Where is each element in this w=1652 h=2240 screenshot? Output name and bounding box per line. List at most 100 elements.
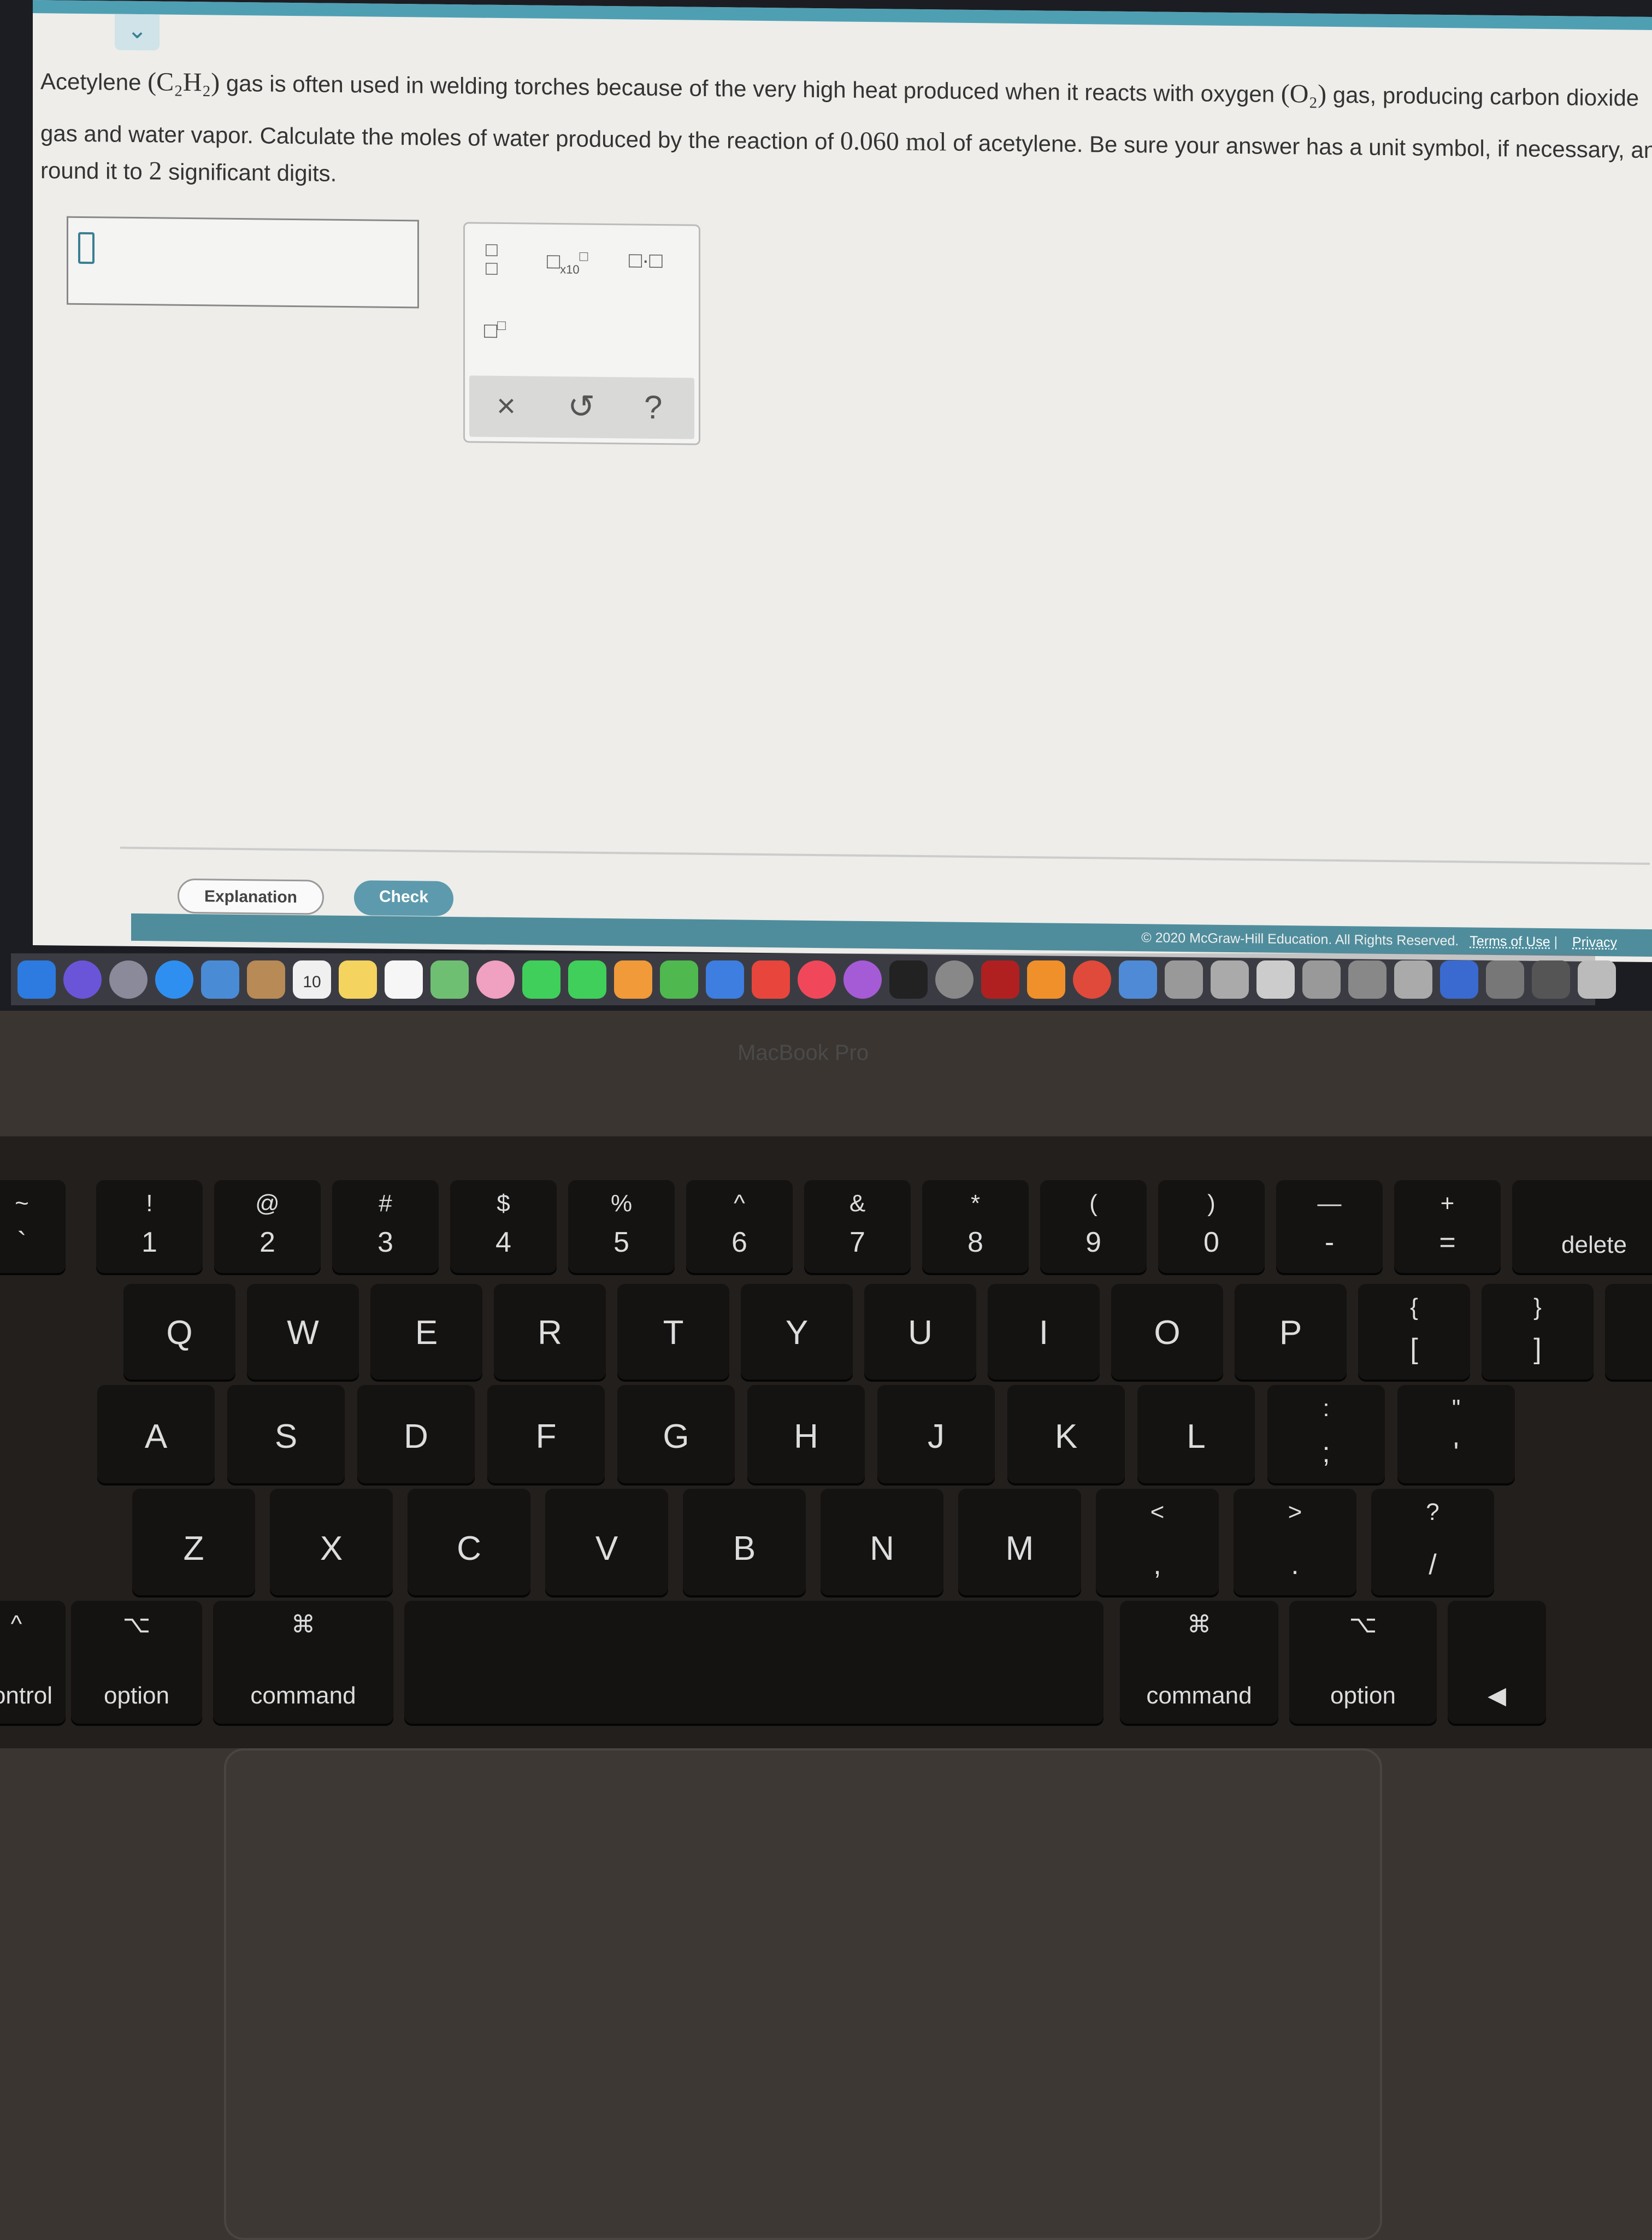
key-B[interactable]: B: [683, 1489, 806, 1595]
dock-app-icon[interactable]: [1532, 960, 1570, 999]
key-45[interactable]: — -: [1276, 1180, 1383, 1273]
dock-finder-icon[interactable]: [17, 960, 56, 999]
key-5[interactable]: % 5: [568, 1180, 675, 1273]
dock-safari-icon[interactable]: [155, 960, 193, 999]
key-J[interactable]: J: [877, 1385, 995, 1483]
dock-app-icon[interactable]: [1348, 960, 1386, 999]
key-92[interactable]: |\: [1605, 1284, 1652, 1380]
key-P[interactable]: P: [1235, 1284, 1347, 1380]
key-1[interactable]: ! 1: [96, 1180, 203, 1273]
key-T[interactable]: T: [617, 1284, 729, 1380]
dock-photo-booth-icon[interactable]: [981, 960, 1019, 999]
dock-launchpad-icon[interactable]: [109, 960, 148, 999]
key-6[interactable]: ^ 6: [686, 1180, 793, 1273]
key-X[interactable]: X: [270, 1489, 393, 1595]
key-C[interactable]: C: [408, 1489, 530, 1595]
explanation-button[interactable]: Explanation: [178, 878, 324, 915]
key-L[interactable]: L: [1137, 1385, 1255, 1483]
key-4[interactable]: $4: [450, 1180, 557, 1273]
dock-notes-icon[interactable]: [339, 960, 377, 999]
dock-numbers-icon[interactable]: [660, 960, 698, 999]
key-61[interactable]: + =: [1394, 1180, 1501, 1273]
key-9[interactable]: (9: [1040, 1180, 1147, 1273]
privacy-link[interactable]: Privacy: [1572, 935, 1617, 951]
x10-button[interactable]: □x10□: [547, 247, 588, 277]
key-command[interactable]: ⌘ command: [213, 1601, 393, 1724]
key-91[interactable]: {[: [1358, 1284, 1470, 1380]
key-Z[interactable]: Z: [132, 1489, 255, 1595]
key-command[interactable]: ⌘ command: [1120, 1601, 1278, 1724]
undo-icon[interactable]: ↺: [568, 387, 595, 426]
dock-podcasts-icon[interactable]: [843, 960, 882, 999]
answer-input[interactable]: [67, 216, 419, 309]
dock-keynote-icon[interactable]: [706, 960, 744, 999]
collapse-chevron-icon[interactable]: ⌄: [115, 14, 160, 51]
key-H[interactable]: H: [747, 1385, 865, 1483]
dock-facetime-icon[interactable]: [568, 960, 606, 999]
key-93[interactable]: }]: [1482, 1284, 1594, 1380]
key-96[interactable]: ~ `: [0, 1180, 66, 1273]
key-Y[interactable]: Y: [741, 1284, 853, 1380]
key-N[interactable]: N: [821, 1489, 943, 1595]
dock-photos-icon[interactable]: [476, 960, 515, 999]
trackpad[interactable]: [224, 1748, 1382, 2240]
dock-messages-icon[interactable]: [522, 960, 560, 999]
key-S[interactable]: S: [227, 1385, 345, 1483]
check-button[interactable]: Check: [354, 880, 453, 917]
dock-books-icon[interactable]: [1027, 960, 1065, 999]
key-8[interactable]: * 8: [922, 1180, 1029, 1273]
key-F[interactable]: F: [487, 1385, 605, 1483]
dock-tv-icon[interactable]: [889, 960, 928, 999]
dock-calendar-icon[interactable]: 10: [293, 960, 331, 999]
key-9664[interactable]: ◀: [1448, 1601, 1546, 1724]
dock-siri-icon[interactable]: [63, 960, 102, 999]
dock-music-icon[interactable]: [798, 960, 836, 999]
key-3[interactable]: #3: [332, 1180, 439, 1273]
dock-preview-icon[interactable]: [1119, 960, 1157, 999]
key-space[interactable]: [404, 1601, 1104, 1724]
key-G[interactable]: G: [617, 1385, 735, 1483]
key-delete[interactable]: delete: [1512, 1180, 1652, 1273]
dock-chrome-icon[interactable]: [1073, 960, 1111, 999]
dock-app-icon[interactable]: [1394, 960, 1432, 999]
multiply-dot-button[interactable]: □·□: [629, 248, 663, 273]
key-59[interactable]: :;: [1267, 1385, 1385, 1483]
dock-trash-icon[interactable]: [1578, 960, 1616, 999]
key-O[interactable]: O: [1111, 1284, 1223, 1380]
key-option[interactable]: ⌥ option: [71, 1601, 202, 1724]
key-W[interactable]: W: [247, 1284, 359, 1380]
dock-contacts-icon[interactable]: [247, 960, 285, 999]
key-I[interactable]: I: [988, 1284, 1100, 1380]
dock-pages-icon[interactable]: [614, 960, 652, 999]
terms-link[interactable]: Terms of Use: [1470, 934, 1550, 950]
key-K[interactable]: K: [1007, 1385, 1125, 1483]
dock-app-icon[interactable]: [1256, 960, 1295, 999]
key-2[interactable]: @2: [214, 1180, 321, 1273]
key-D[interactable]: D: [357, 1385, 475, 1483]
key-44[interactable]: <,: [1096, 1489, 1219, 1595]
key-46[interactable]: >.: [1234, 1489, 1356, 1595]
dock-system-preferences-icon[interactable]: [935, 960, 974, 999]
key-V[interactable]: V: [545, 1489, 668, 1595]
key-A[interactable]: A: [97, 1385, 215, 1483]
clear-icon[interactable]: ×: [497, 387, 516, 425]
dock-app-icon[interactable]: [1440, 960, 1478, 999]
dock-app-icon[interactable]: [1486, 960, 1524, 999]
dock-mail-icon[interactable]: [201, 960, 239, 999]
key-47[interactable]: ? /: [1371, 1489, 1494, 1595]
fraction-button[interactable]: □ □: [486, 238, 498, 279]
key-U[interactable]: U: [864, 1284, 976, 1380]
key-option[interactable]: ⌥ option: [1289, 1601, 1437, 1724]
key-39[interactable]: " ': [1397, 1385, 1515, 1483]
key-R[interactable]: R: [494, 1284, 606, 1380]
dock-app-icon[interactable]: [1211, 960, 1249, 999]
superscript-button[interactable]: □□: [484, 317, 506, 344]
dock-news-icon[interactable]: [752, 960, 790, 999]
key-7[interactable]: & 7: [804, 1180, 911, 1273]
key-0[interactable]: ) 0: [1158, 1180, 1265, 1273]
dock-app-icon[interactable]: [1165, 960, 1203, 999]
dock-app-icon[interactable]: [1302, 960, 1341, 999]
help-icon[interactable]: ?: [644, 388, 662, 426]
dock-maps-icon[interactable]: [430, 960, 469, 999]
key-Q[interactable]: Q: [123, 1284, 235, 1380]
